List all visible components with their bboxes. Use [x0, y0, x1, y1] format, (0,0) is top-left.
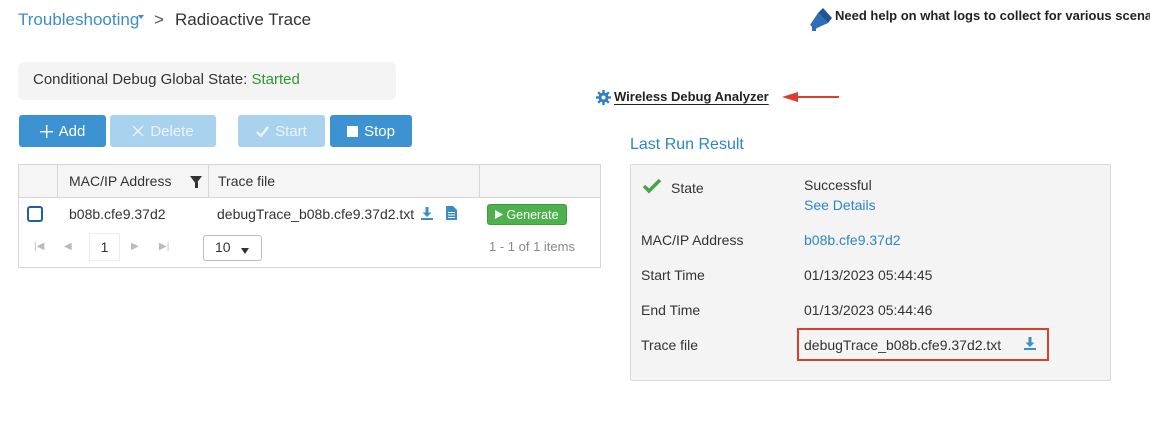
first-page-icon[interactable]: |◀	[34, 241, 44, 252]
mac-value-link[interactable]: b08b.cfe9.37d2	[804, 232, 901, 248]
current-page[interactable]: 1	[89, 233, 120, 261]
column-divider	[57, 165, 58, 198]
global-state-panel: Conditional Debug Global State: Started	[18, 62, 396, 100]
add-button-label: Add	[58, 122, 86, 140]
trace-file-value: debugTrace_b08b.cfe9.37d2.txt	[804, 337, 1002, 353]
download-icon[interactable]	[1024, 337, 1036, 350]
column-header-trace-file[interactable]: Trace file	[218, 173, 275, 189]
delete-button-label: Delete	[150, 122, 194, 140]
plus-icon	[39, 124, 53, 138]
play-icon	[495, 210, 504, 219]
generate-button-label: Generate	[506, 207, 559, 222]
next-page-icon[interactable]: ▶	[131, 241, 139, 252]
items-count: 1 - 1 of 1 items	[489, 239, 575, 254]
row-trace-file: debugTrace_b08b.cfe9.37d2.txt	[217, 206, 415, 222]
column-divider	[479, 165, 480, 198]
generate-button[interactable]: Generate	[487, 204, 567, 225]
gear-icon	[596, 90, 611, 105]
wireless-debug-analyzer-link[interactable]: Wireless Debug Analyzer	[614, 89, 769, 104]
last-page-icon[interactable]: ▶|	[159, 241, 169, 252]
column-divider	[208, 165, 209, 198]
stop-button-label: Stop	[364, 122, 395, 140]
start-time-value: 01/13/2023 05:44:45	[804, 267, 933, 283]
state-label: State	[671, 180, 704, 196]
start-button[interactable]: Start	[238, 115, 325, 147]
document-icon[interactable]	[446, 206, 457, 220]
end-time-value: 01/13/2023 05:44:46	[804, 302, 933, 318]
row-checkbox[interactable]	[27, 206, 43, 222]
caret-down-icon[interactable]	[138, 15, 144, 19]
last-run-result-title: Last Run Result	[630, 136, 744, 153]
x-icon	[132, 125, 144, 137]
column-header-mac[interactable]: MAC/IP Address	[69, 173, 171, 189]
grid-header: MAC/IP Address Trace file	[19, 165, 600, 198]
stop-button[interactable]: Stop	[330, 115, 412, 147]
page-title: Radioactive Trace	[175, 10, 312, 29]
page-size-value: 10	[215, 239, 231, 255]
trace-grid: MAC/IP Address Trace file b08b.cfe9.37d2…	[18, 164, 601, 268]
stop-icon	[347, 125, 359, 137]
help-logs-link[interactable]: Need help on what logs to collect for va…	[835, 8, 1150, 23]
breadcrumb-separator: >	[154, 10, 164, 29]
filter-icon-stem	[195, 182, 198, 188]
state-value: Successful	[804, 177, 872, 193]
page-size-select[interactable]: 10	[203, 235, 262, 261]
global-state-value: Started	[251, 71, 300, 88]
breadcrumb-troubleshooting-link[interactable]: Troubleshooting	[18, 10, 139, 30]
download-icon[interactable]	[421, 207, 433, 220]
megaphone-icon	[810, 8, 832, 31]
start-time-label: Start Time	[641, 267, 705, 283]
trace-file-label: Trace file	[641, 337, 699, 353]
global-state-label: Conditional Debug Global State:	[33, 71, 248, 88]
row-mac-address: b08b.cfe9.37d2	[69, 206, 166, 222]
chevron-down-icon	[241, 248, 249, 254]
add-button[interactable]: Add	[19, 115, 106, 147]
delete-button[interactable]: Delete	[110, 115, 216, 147]
start-button-label: Start	[275, 122, 307, 140]
end-time-label: End Time	[641, 302, 701, 318]
see-details-link[interactable]: See Details	[804, 197, 876, 213]
checkmark-icon	[256, 125, 270, 137]
red-arrow-icon	[782, 92, 839, 102]
prev-page-icon[interactable]: ◀	[64, 241, 72, 252]
mac-label: MAC/IP Address	[641, 232, 744, 248]
checkmark-icon	[642, 178, 662, 194]
